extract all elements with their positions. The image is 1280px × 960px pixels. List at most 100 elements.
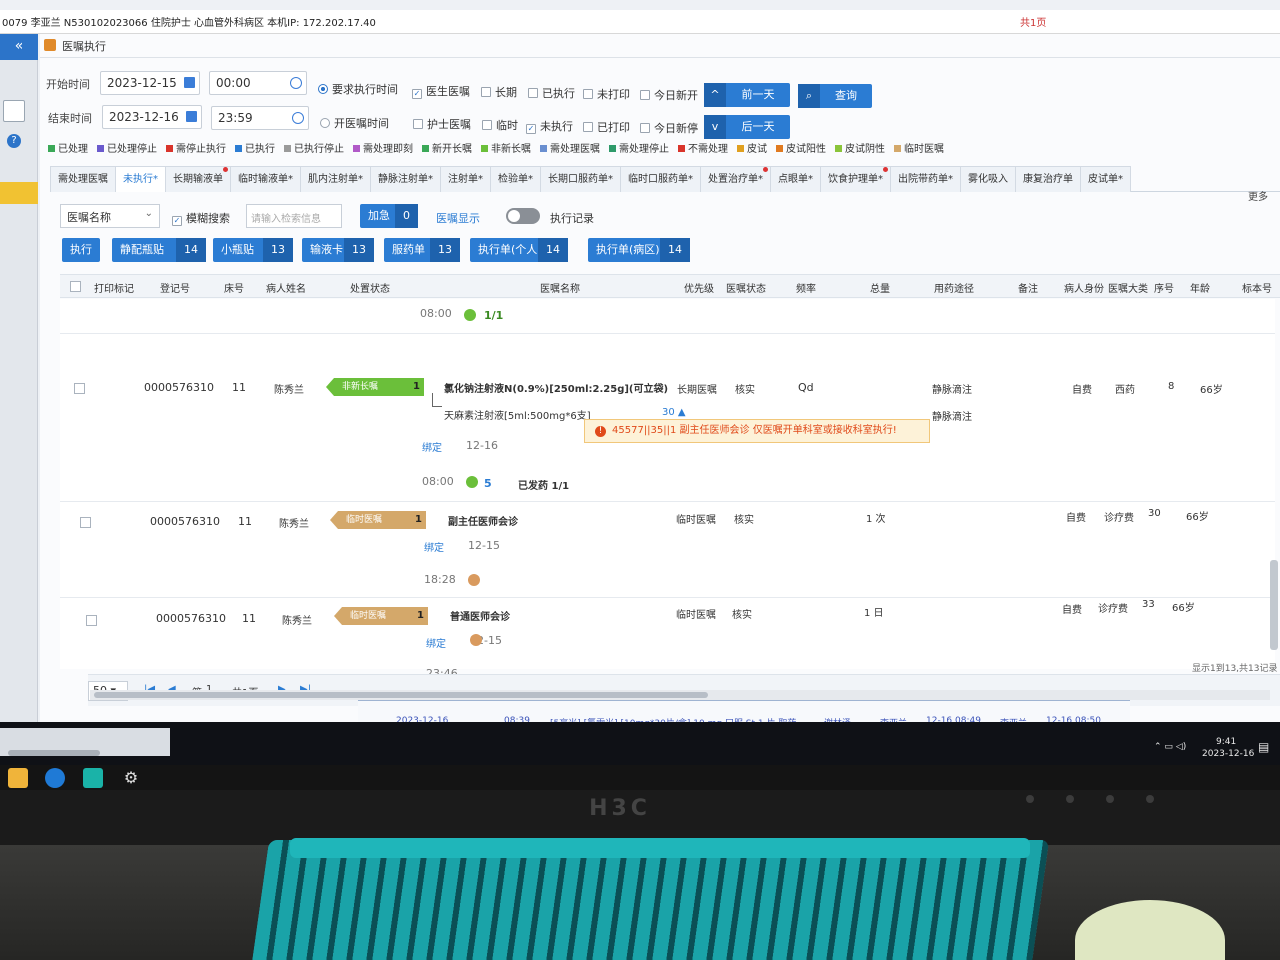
column-header[interactable]: 医嘱名称 <box>540 280 580 295</box>
tab-item[interactable]: 出院带药单* <box>890 166 961 192</box>
query-button[interactable]: ⌕ 查询 <box>798 84 872 108</box>
tab-item[interactable]: 点眼单* <box>770 166 821 192</box>
tab-item[interactable]: 长期输液单 <box>165 166 231 192</box>
column-header[interactable]: 病人身份 <box>1064 280 1104 295</box>
help-icon[interactable]: ? <box>7 134 21 148</box>
order-name[interactable]: 副主任医师会诊 <box>448 513 518 528</box>
check-today-new[interactable]: 今日新开 <box>640 87 698 103</box>
next-day-button[interactable]: v 后一天 <box>704 115 790 139</box>
column-header[interactable]: 处置状态 <box>350 280 390 295</box>
urgent-label: 加急 <box>368 209 390 222</box>
tab-item[interactable]: 雾化吸入 <box>960 166 1016 192</box>
check-doctor[interactable]: ✓ 医生医嘱 <box>412 83 470 99</box>
start-time-field[interactable]: 00:00 <box>209 71 307 95</box>
action-button[interactable]: 执行 <box>62 238 100 262</box>
check-unexecuted[interactable]: ✓ 未执行 <box>526 118 573 134</box>
prev-day-button[interactable]: ^ 前一天 <box>704 83 790 107</box>
tab-item[interactable]: 饮食护理单* <box>820 166 891 192</box>
tab-item[interactable]: 肌内注射单* <box>300 166 371 192</box>
row-checkbox[interactable] <box>86 615 97 626</box>
tab-item[interactable]: 长期口服药单* <box>540 166 621 192</box>
radio-open-time[interactable]: 开医嘱时间 <box>320 115 389 131</box>
check-long[interactable]: 长期 <box>481 84 517 100</box>
column-header[interactable]: 备注 <box>1018 280 1038 295</box>
menu-box[interactable] <box>3 100 25 122</box>
column-header[interactable]: 频率 <box>796 280 816 295</box>
tab-item[interactable]: 皮试单* <box>1080 166 1131 192</box>
end-time-field[interactable]: 23:59 <box>211 106 309 130</box>
row-checkbox[interactable] <box>74 383 85 394</box>
legend-label: 皮试阳性 <box>786 144 826 155</box>
tab-item[interactable]: 静脉注射单* <box>370 166 441 192</box>
tray-icons[interactable]: ⌃ ▭ ◁) <box>1154 742 1186 752</box>
radio-req-time[interactable]: 要求执行时间 <box>318 81 398 97</box>
check-unprinted[interactable]: 未打印 <box>583 86 630 102</box>
calendar-icon[interactable] <box>186 111 197 122</box>
column-header[interactable]: 总量 <box>870 280 890 295</box>
vertical-scrollbar[interactable] <box>1270 560 1278 650</box>
action-button[interactable]: 执行单(个人) 14 <box>470 238 568 262</box>
horizontal-scrollbar[interactable] <box>90 690 1270 700</box>
column-header[interactable]: 床号 <box>224 280 244 295</box>
column-header[interactable]: 病人姓名 <box>266 280 306 295</box>
tab-item[interactable]: 未执行* <box>115 166 166 192</box>
tab-item[interactable]: 注射单* <box>440 166 491 192</box>
urgent-button[interactable]: 加急 0 <box>360 204 418 228</box>
tab-item[interactable]: 临时输液单* <box>230 166 301 192</box>
bind-link[interactable]: 绑定 <box>426 635 446 650</box>
folder-icon[interactable] <box>8 768 28 788</box>
collapse-icon[interactable]: « <box>0 34 38 60</box>
order-name[interactable]: 氯化钠注射液N(0.9%)[250ml:2.25g](可立袋) <box>444 380 668 395</box>
column-header[interactable]: 年龄 <box>1190 280 1210 295</box>
tab-item[interactable]: 康复治疗单 <box>1015 166 1081 192</box>
notification-dot-icon <box>763 167 768 172</box>
action-button[interactable]: 执行单(病区) 14 <box>588 238 690 262</box>
action-label: 执行 <box>70 243 92 256</box>
notification-icon[interactable]: ▤ <box>1258 740 1269 754</box>
column-header[interactable]: 打印标记 <box>94 280 134 295</box>
check-temp[interactable]: 临时 <box>482 117 518 133</box>
row-checkbox[interactable] <box>80 517 91 528</box>
action-count: 13 <box>430 238 460 262</box>
action-button[interactable]: 静配瓶贴 14 <box>112 238 206 262</box>
check-executed[interactable]: 已执行 <box>528 85 575 101</box>
column-header[interactable]: 用药途径 <box>934 280 974 295</box>
action-button[interactable]: 服药单 13 <box>384 238 460 262</box>
order-display-toggle[interactable] <box>506 208 540 224</box>
clock-icon[interactable] <box>292 112 304 124</box>
end-date-field[interactable]: 2023-12-16 <box>102 105 202 129</box>
checkbox-icon <box>481 87 491 97</box>
check-today-stop[interactable]: 今日新停 <box>640 120 698 136</box>
gear-icon[interactable]: ⚙ <box>121 768 141 788</box>
his-app-icon[interactable] <box>83 768 103 788</box>
clock-icon[interactable] <box>290 77 302 89</box>
more-tabs[interactable]: 更多 <box>1248 188 1268 203</box>
tab-item[interactable]: 需处理医嘱 <box>50 166 116 192</box>
panel-icon <box>44 39 56 51</box>
column-header[interactable]: 医嘱状态 <box>726 280 766 295</box>
start-date-field[interactable]: 2023-12-15 <box>100 71 200 95</box>
ie-browser-icon[interactable] <box>45 768 65 788</box>
column-header[interactable]: 标本号 <box>1242 280 1272 295</box>
bind-link[interactable]: 绑定 <box>424 539 444 554</box>
order-name[interactable]: 普通医师会诊 <box>450 608 510 623</box>
bind-link[interactable]: 绑定 <box>422 439 442 454</box>
action-button[interactable]: 输液卡 13 <box>302 238 374 262</box>
column-header[interactable]: 登记号 <box>160 280 190 295</box>
column-header[interactable]: 序号 <box>1154 280 1174 295</box>
taskbar-scroll-thumb[interactable] <box>8 750 100 756</box>
tab-item[interactable]: 检验单* <box>490 166 541 192</box>
column-header[interactable]: 医嘱大类 <box>1108 280 1148 295</box>
field-select[interactable]: 医嘱名称 ⌄ <box>60 204 160 228</box>
calendar-icon[interactable] <box>184 77 195 88</box>
fuzzy-search-check[interactable]: ✓ 模糊搜索 <box>172 210 230 226</box>
search-input[interactable]: 请输入检索信息 <box>246 204 342 228</box>
check-nurse[interactable]: 护士医嘱 <box>413 116 471 132</box>
scroll-thumb[interactable] <box>94 692 708 698</box>
check-printed[interactable]: 已打印 <box>583 119 630 135</box>
select-all-checkbox[interactable] <box>70 281 81 292</box>
tab-item[interactable]: 处置治疗单* <box>700 166 771 192</box>
tab-item[interactable]: 临时口服药单* <box>620 166 701 192</box>
column-header[interactable]: 优先级 <box>684 280 714 295</box>
action-button[interactable]: 小瓶贴 13 <box>213 238 293 262</box>
